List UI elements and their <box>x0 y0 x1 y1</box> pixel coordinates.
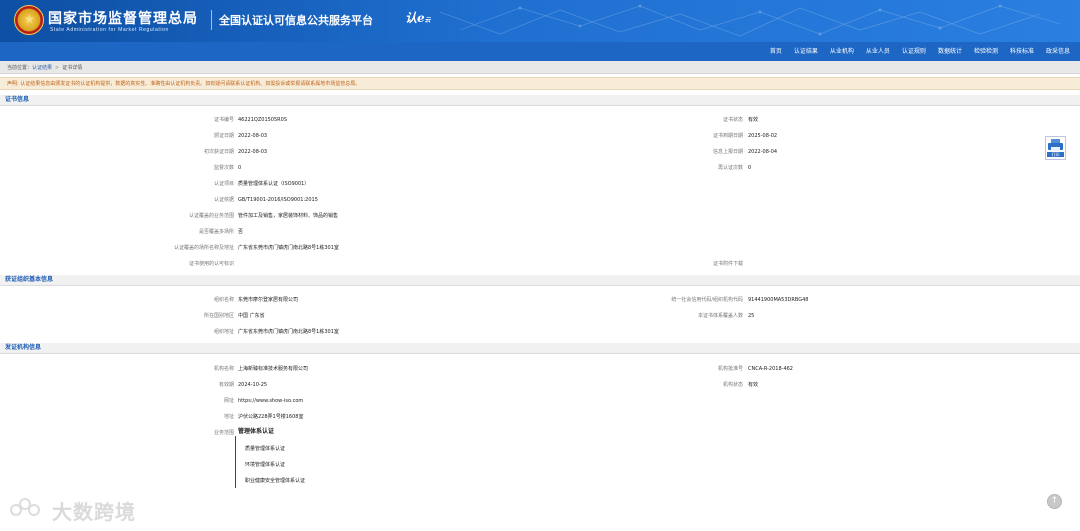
cert-project-label: 认证项目 <box>213 181 234 187</box>
scroll-to-top-button[interactable]: ↑ <box>1047 494 1062 509</box>
nav-items: 首页 认证结果 从业机构 从业人员 认证规则 数据统计 检验检测 科技标准 政采… <box>764 42 1076 61</box>
reported-date-value: 2022-08-04 <box>748 149 778 155</box>
org-name-en: State Administration for Market Regulati… <box>50 27 169 33</box>
scope-item-ohs: 职业健康安全管理体系认证 <box>245 478 306 484</box>
expiry-date-value: 2025-08-02 <box>748 133 778 139</box>
accreditation-mark-label: 证书使用的认可标识 <box>188 261 234 267</box>
region-value: 中国 广东省 <box>238 313 265 319</box>
org-name-cn: 国家市场监督管理总局 <box>48 11 198 27</box>
multi-site-label: 是否覆盖多场所 <box>198 229 234 235</box>
issuer-address-label: 地址 <box>223 414 234 420</box>
main-navigation: 首页 认证结果 从业机构 从业人员 认证规则 数据统计 检验检测 科技标准 政采… <box>0 42 1080 61</box>
print-button-label: 打印 <box>1047 152 1064 157</box>
watermark-text: 大数跨境 <box>52 499 136 524</box>
issuer-approval-value: CNCA-R-2018-462 <box>748 366 793 372</box>
reported-date-label: 信息上报日期 <box>712 149 743 155</box>
issuer-name-value: 上海新臻标准技术服务有限公司 <box>238 366 309 372</box>
cert-status-value: 有效 <box>748 117 759 123</box>
issuer-valid-value: 2024-10-25 <box>238 382 268 388</box>
issuer-website-link[interactable]: https://www.show-iso.com <box>238 397 303 405</box>
cert-number-value: 46221QZ01505R0S <box>238 117 288 123</box>
print-button[interactable]: 打印 <box>1045 136 1066 160</box>
nav-item-cert-results[interactable]: 认证结果 <box>788 42 824 61</box>
recert-count-value: 0 <box>748 165 752 171</box>
issuer-website-label: 网址 <box>223 398 234 404</box>
issue-date-label: 颁证日期 <box>213 133 234 139</box>
credit-code-label: 统一社会信用代码/组织机构代码 <box>671 297 743 303</box>
issuer-name-label: 机构名称 <box>213 366 234 372</box>
section-title-org-info: 获证组织基本信息 <box>0 275 1080 286</box>
issuer-scope-label: 业务范围 <box>213 430 234 436</box>
expiry-date-label: 证书到期日期 <box>712 133 743 139</box>
cert-basis-value: GB/T19001-2016/ISO9001:2015 <box>238 197 318 203</box>
disclaimer-notice: 声明: 认证结果信息由颁发证书的认证机构提供，数据的真实性、准确性由认证机构负责… <box>0 77 1080 90</box>
national-emblem-icon <box>14 5 44 35</box>
org-address-label: 组织地址 <box>213 329 234 335</box>
nav-item-home[interactable]: 首页 <box>764 42 788 61</box>
first-issue-date-value: 2022-08-03 <box>238 149 268 155</box>
header-banner: 国家市场监督管理总局 State Administration for Mark… <box>0 0 1080 42</box>
issue-date-value: 2022-08-03 <box>238 133 268 139</box>
section-title-cert-info: 证书信息 <box>0 95 1080 106</box>
nav-item-personnel[interactable]: 从业人员 <box>860 42 896 61</box>
first-issue-date-label: 初次获证日期 <box>203 149 234 155</box>
breadcrumb-prefix: 当前位置： <box>7 65 33 71</box>
breadcrumb-trail: 当前位置：认证结果 > 证书详情 <box>7 64 82 71</box>
breadcrumb-cert-results[interactable]: 认证结果 <box>32 65 52 71</box>
org-address-value: 广东省东莞市虎门镇虎门南北路8号1栋301室 <box>238 329 339 335</box>
region-label: 所在国别地区 <box>203 313 234 319</box>
site-address-label: 认证覆盖的场所名称及地址 <box>173 245 234 251</box>
nav-item-procurement[interactable]: 政采信息 <box>1040 42 1076 61</box>
org-name-value: 东莞市摩尔登家居有限公司 <box>238 297 299 303</box>
business-scope-value: 管件加工及销售，家居装饰材料、饰品的销售 <box>238 213 339 219</box>
staff-count-value: 25 <box>748 313 755 319</box>
site-address-value: 广东省东莞市虎门镇虎门南北路8号1栋301室 <box>238 245 339 251</box>
cert-basis-label: 认证依据 <box>213 197 234 203</box>
staff-count-label: 本证书体系覆盖人数 <box>697 313 743 319</box>
attachment-download-label[interactable]: 证书附件下载 <box>713 260 743 268</box>
scope-item-environment: 环境管理体系认证 <box>245 462 286 468</box>
credit-code-value: 91441900MA53DRBG48 <box>748 297 809 303</box>
platform-logo: 认e云 <box>405 9 431 26</box>
platform-logo-sub: 云 <box>424 17 431 24</box>
issuer-approval-label: 机构批准号 <box>717 366 743 372</box>
issuer-valid-label: 有效期 <box>218 382 234 388</box>
platform-logo-main: 认e <box>405 11 425 25</box>
multi-site-value: 否 <box>238 229 244 235</box>
nav-item-institutions[interactable]: 从业机构 <box>824 42 860 61</box>
breadcrumb-separator: > <box>55 65 60 71</box>
title-divider <box>211 10 212 30</box>
watermark-logo-icon <box>8 498 46 522</box>
issuer-address-value: 沪伏公路228弄1号楼1608室 <box>238 414 304 420</box>
breadcrumb: 当前位置：认证结果 > 证书详情 <box>0 61 1080 74</box>
business-scope-label: 认证覆盖的业务范围 <box>188 213 234 219</box>
issuer-status-label: 机构状态 <box>722 382 743 388</box>
surveillance-count-value: 0 <box>238 165 242 171</box>
nav-item-standards[interactable]: 科技标准 <box>1004 42 1040 61</box>
scope-item-quality: 质量管理体系认证 <box>245 446 286 452</box>
printer-icon <box>1048 139 1063 151</box>
nav-item-rules[interactable]: 认证规则 <box>896 42 932 61</box>
recert-count-label: 再认证次数 <box>717 165 743 171</box>
scope-divider <box>235 436 236 488</box>
watermark: 大数跨境 <box>8 496 136 524</box>
org-name-label: 组织名称 <box>213 297 234 303</box>
network-pattern-decoration <box>440 4 1061 37</box>
nav-item-statistics[interactable]: 数据统计 <box>932 42 968 61</box>
cert-status-label: 证书状态 <box>722 117 743 123</box>
cert-project-value: 质量管理体系认证（ISO9001） <box>238 181 310 187</box>
cert-number-label: 证书编号 <box>213 117 234 123</box>
surveillance-count-label: 监督次数 <box>213 165 234 171</box>
issuer-status-value: 有效 <box>748 382 759 388</box>
platform-title: 全国认证认可信息公共服务平台 <box>219 14 373 27</box>
issuer-scope-title: 管理体系认证 <box>238 428 275 435</box>
section-title-issuer-info: 发证机构信息 <box>0 343 1080 354</box>
nav-item-testing[interactable]: 检验检测 <box>968 42 1004 61</box>
breadcrumb-cert-detail: 证书详情 <box>62 65 83 71</box>
